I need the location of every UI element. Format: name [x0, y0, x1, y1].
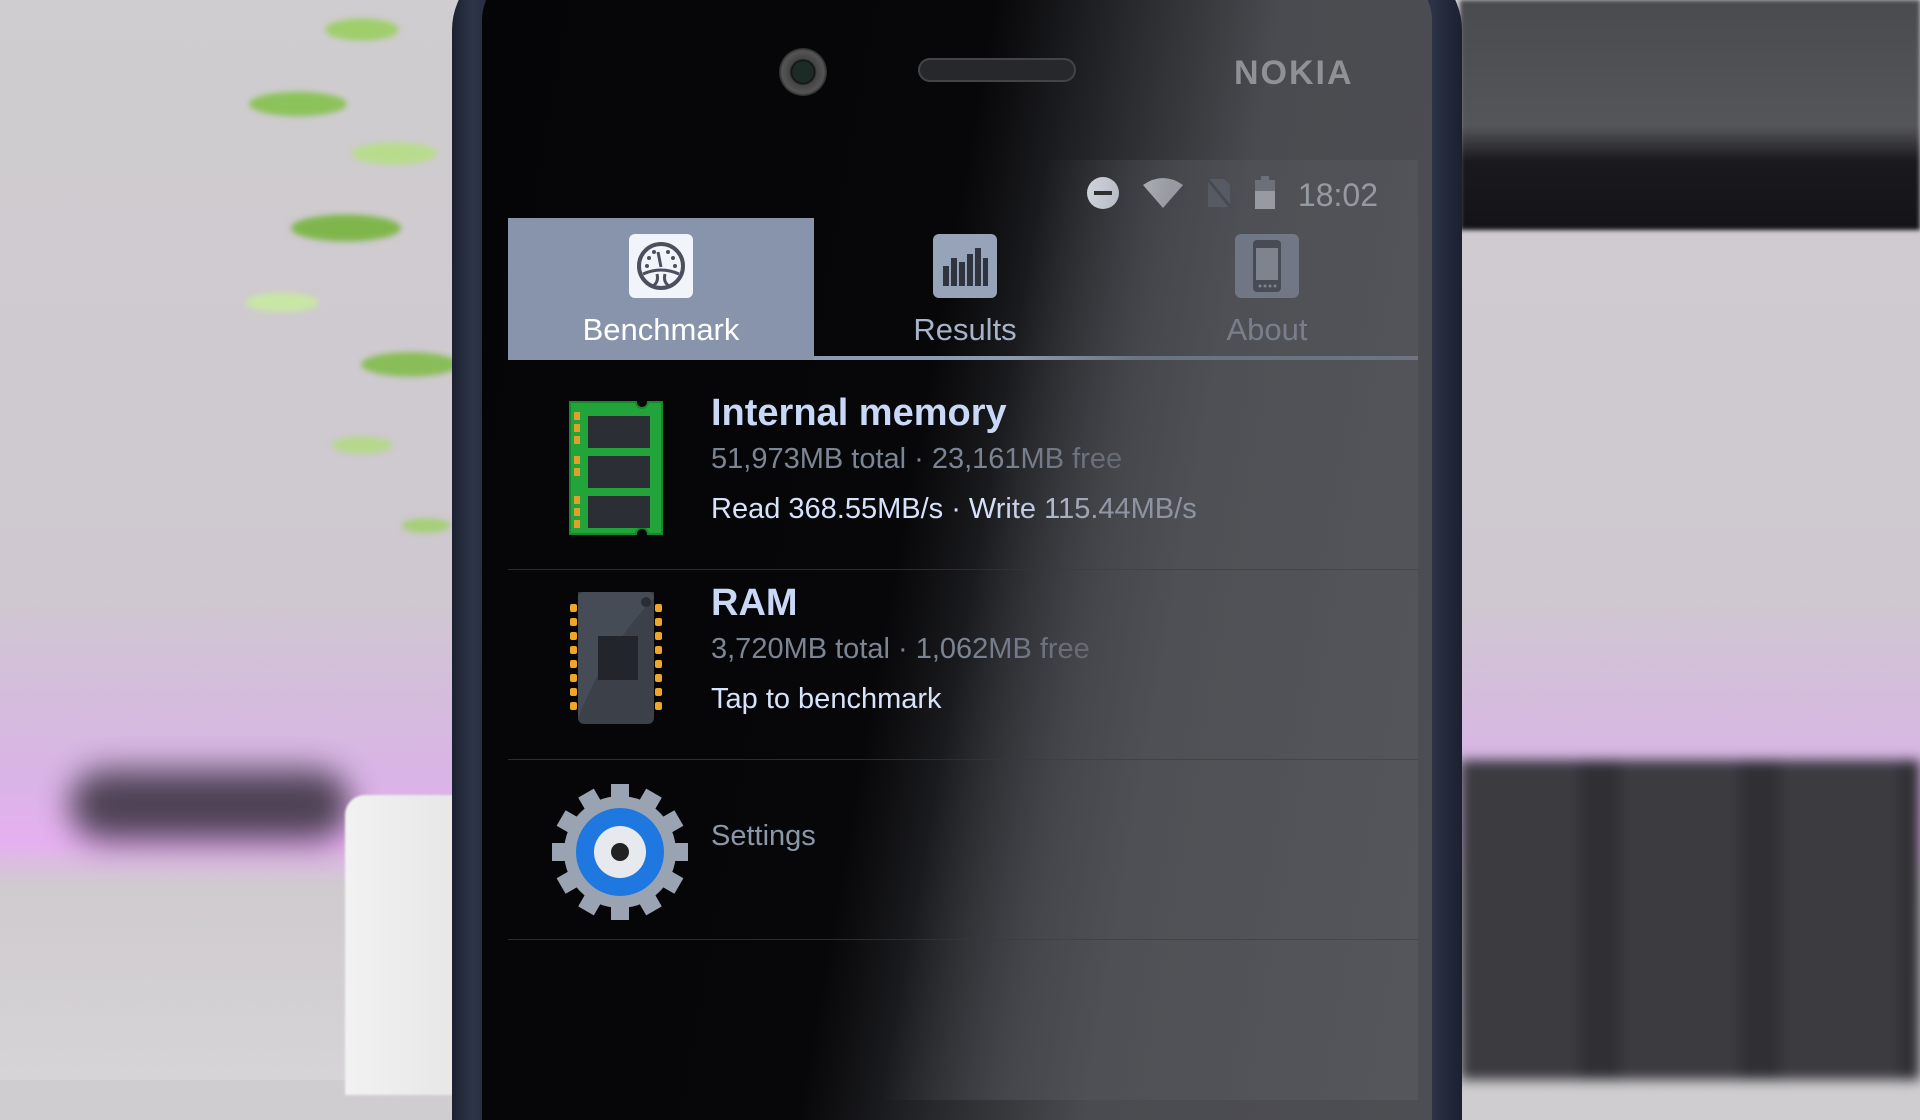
item-title: RAM [711, 582, 798, 624]
earpiece-speaker [918, 58, 1076, 82]
status-bar: 18:02 [1086, 170, 1418, 220]
background-monitor [1460, 0, 1920, 230]
gear-icon [550, 782, 690, 922]
item-subtitle: 51,973MB total · 23,161MB free [711, 443, 1123, 475]
settings-label: Settings [711, 820, 816, 852]
item-title: Internal memory [711, 392, 1007, 434]
list-item-settings[interactable]: Settings [508, 760, 1418, 940]
tab-benchmark[interactable]: Benchmark [508, 218, 814, 360]
item-text: Settings [711, 820, 816, 853]
battery-icon [1254, 175, 1276, 215]
speedometer-icon [629, 234, 693, 298]
tab-indicator-line [814, 356, 1418, 360]
wifi-icon [1142, 177, 1184, 214]
item-detail: Tap to benchmark [711, 683, 942, 715]
background-object [70, 770, 350, 840]
status-clock: 18:02 [1297, 176, 1378, 213]
sd-card-icon [566, 398, 666, 538]
phone-icon [1235, 234, 1299, 298]
item-text: RAM 3,720MB total · 1,062MB free Tap to … [711, 580, 1090, 726]
no-sim-icon [1204, 175, 1234, 214]
item-detail: Read 368.55MB/s · Write 115.44MB/s [711, 493, 1197, 525]
list-item-ram[interactable]: RAM 3,720MB total · 1,062MB free Tap to … [508, 570, 1418, 760]
tab-bar: Benchmark Results About [508, 218, 1418, 360]
benchmark-list: Internal memory 51,973MB total · 23,161M… [508, 380, 1418, 940]
background-plant [170, 0, 490, 600]
do-not-disturb-icon [1086, 176, 1120, 215]
item-subtitle: 3,720MB total · 1,062MB free [711, 633, 1090, 665]
brand-logo: NOKIA [1234, 54, 1354, 92]
app-screen: 18:02 Benchmark Results About Internal m… [508, 160, 1418, 1100]
front-camera [779, 48, 827, 96]
tab-label: About [1226, 312, 1308, 347]
tab-label: Results [913, 312, 1017, 347]
item-text: Internal memory 51,973MB total · 23,161M… [711, 390, 1197, 536]
tab-about[interactable]: About [1116, 218, 1418, 360]
background-keyboard [1460, 760, 1920, 1080]
tab-label: Benchmark [582, 312, 740, 347]
ram-chip-icon [566, 588, 666, 728]
bar-chart-icon [933, 234, 997, 298]
list-item-internal-memory[interactable]: Internal memory 51,973MB total · 23,161M… [508, 380, 1418, 570]
tab-results[interactable]: Results [814, 218, 1116, 360]
